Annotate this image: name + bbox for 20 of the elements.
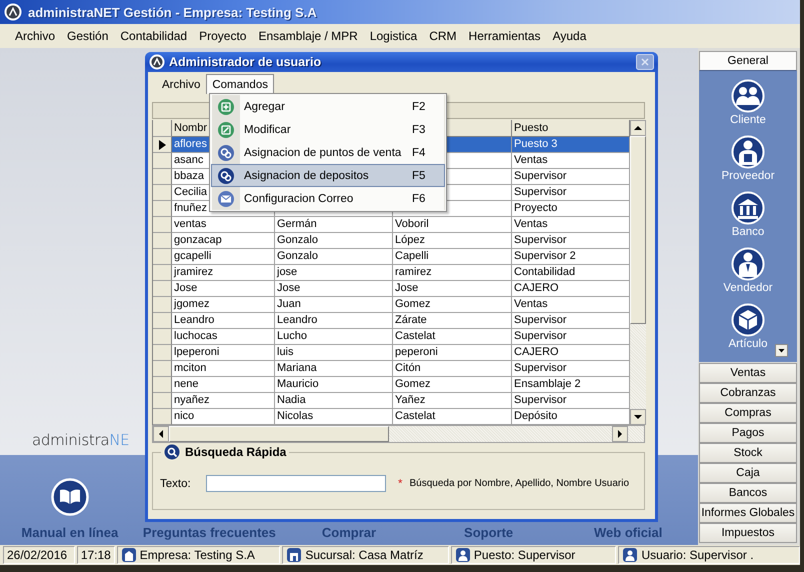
shortcut-text: F5	[412, 170, 426, 182]
window-title: administraNET Gestión - Empresa: Testing S.A	[28, 4, 317, 20]
status-text: 26/02/2016	[7, 548, 68, 562]
status-text: Sucursal: Casa Matríz	[305, 548, 424, 562]
command-label: Modificar	[243, 124, 292, 136]
dialog-title: Administrador de usuario	[169, 55, 322, 69]
logo-text: administraNE	[32, 431, 130, 449]
shortcut-text: F2	[412, 100, 426, 112]
shortcut-text: F3	[412, 124, 426, 136]
status-text: 17:18	[80, 548, 111, 562]
status-text: Puesto: Supervisor	[474, 548, 576, 562]
shortcut-text: F4	[412, 146, 426, 158]
command-label: Agregar	[243, 100, 286, 112]
status-text: Empresa: Testing S.A	[140, 548, 255, 562]
shortcut-text: F6	[412, 192, 426, 204]
hint-text: Búsqueda por Nombre, Apellido, Nombre Usuario	[409, 478, 630, 489]
field-label: Texto:	[160, 478, 192, 490]
group-title: Búsqueda Rápida	[185, 445, 286, 459]
status-text: Usuario: Supervisor .	[641, 548, 754, 562]
required-mark: *	[398, 478, 402, 490]
